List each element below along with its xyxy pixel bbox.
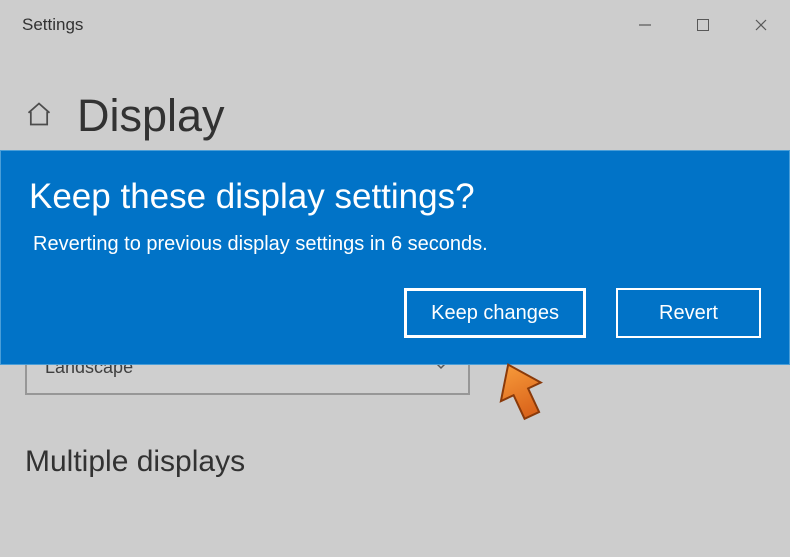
minimize-button[interactable]	[616, 0, 674, 50]
close-button[interactable]	[732, 0, 790, 50]
keep-changes-button[interactable]: Keep changes	[404, 288, 586, 338]
revert-button[interactable]: Revert	[616, 288, 761, 338]
maximize-button[interactable]	[674, 0, 732, 50]
dialog-body: Reverting to previous display settings i…	[29, 233, 761, 256]
window-controls	[616, 0, 790, 50]
window-title: Settings	[22, 15, 83, 35]
page-title: Display	[77, 90, 225, 142]
dialog-title: Keep these display settings?	[29, 177, 761, 217]
multiple-displays-heading: Multiple displays	[25, 445, 765, 479]
home-icon[interactable]	[25, 100, 53, 133]
keep-settings-dialog: Keep these display settings? Reverting t…	[0, 150, 790, 365]
dialog-actions: Keep changes Revert	[29, 288, 761, 338]
window-titlebar: Settings	[0, 0, 790, 50]
page-header: Display	[25, 90, 765, 142]
